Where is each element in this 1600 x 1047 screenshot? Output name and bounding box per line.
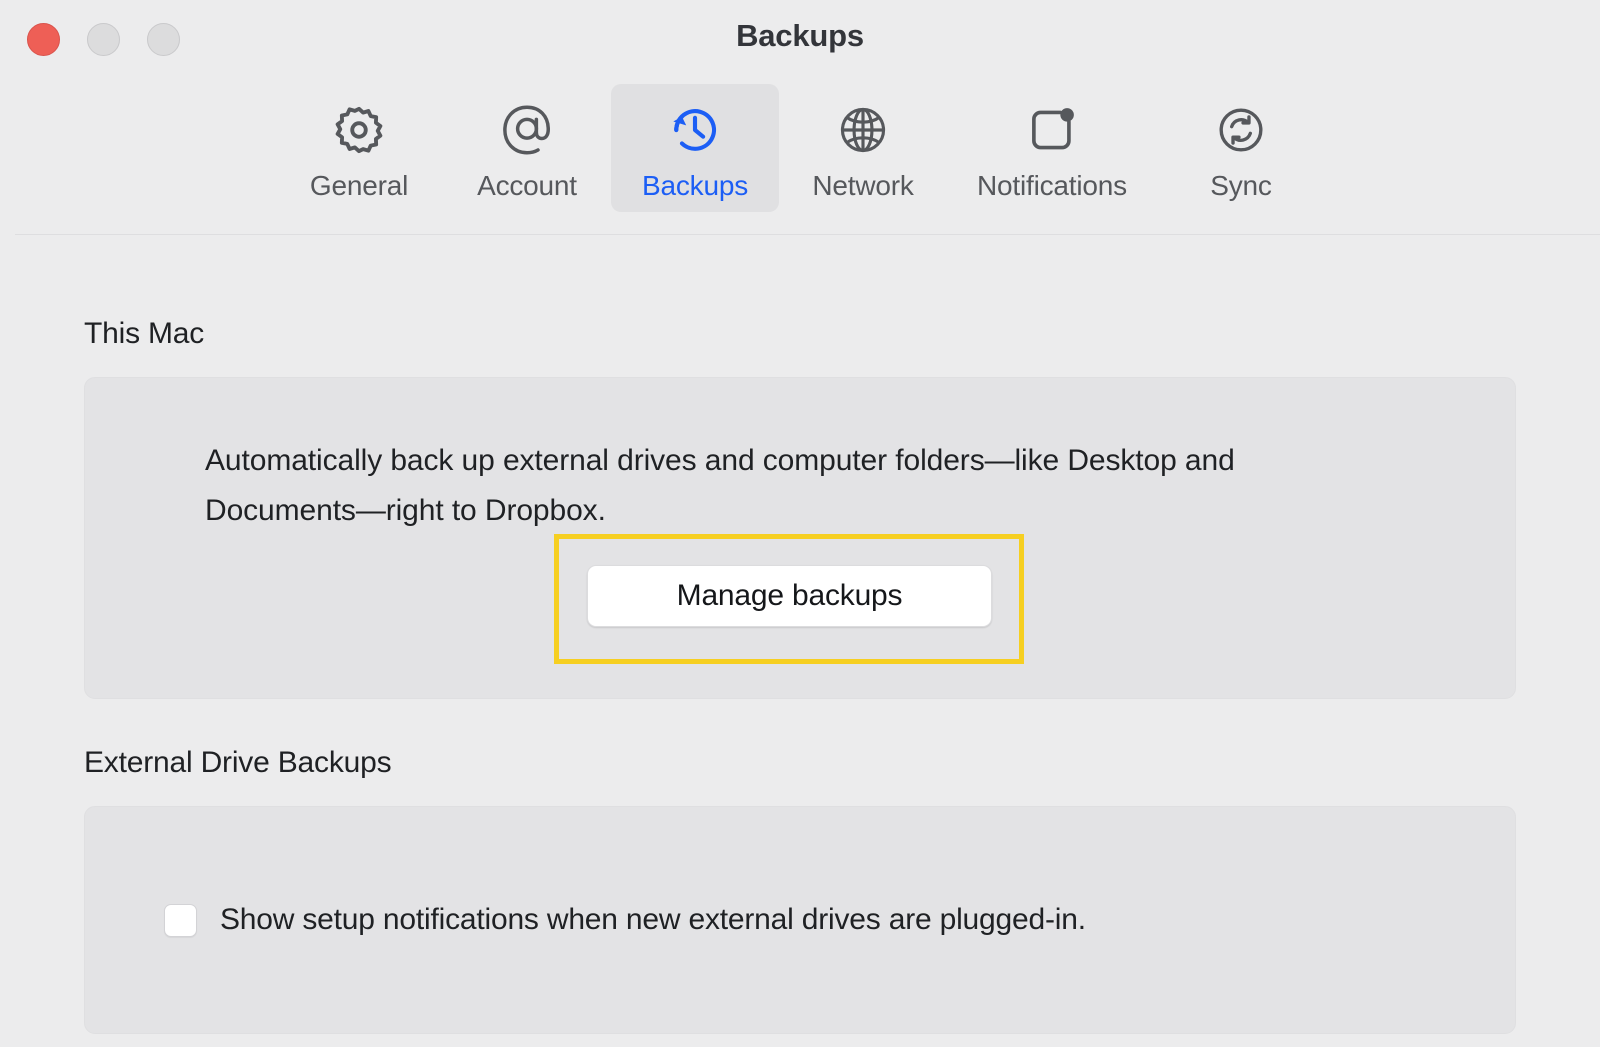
gear-icon: [325, 99, 393, 161]
sync-circle-icon: [1207, 99, 1275, 161]
tab-label-notifications: Notifications: [977, 170, 1127, 201]
globe-icon: [829, 99, 897, 161]
this-mac-description: Automatically back up external drives an…: [205, 444, 1235, 527]
tab-network[interactable]: Network: [779, 84, 947, 212]
tab-label-sync: Sync: [1210, 170, 1272, 201]
notification-badge-icon: [1018, 99, 1086, 161]
this-mac-card: Automatically back up external drives an…: [84, 377, 1516, 699]
preferences-toolbar: General Account Backups Network Notifica…: [0, 78, 1600, 235]
page-title: Backups: [736, 18, 864, 53]
tab-label-account: Account: [477, 170, 577, 201]
tab-label-backups: Backups: [642, 170, 748, 201]
tab-notifications[interactable]: Notifications: [947, 84, 1157, 212]
external-drive-backups-card: Show setup notifications when new extern…: [84, 806, 1516, 1034]
tab-general[interactable]: General: [275, 84, 443, 212]
tab-label-network: Network: [812, 170, 914, 201]
at-sign-icon: [493, 99, 561, 161]
show-setup-notifications-row[interactable]: Show setup notifications when new extern…: [164, 903, 1086, 937]
title-bar: Backups: [0, 0, 1600, 78]
preferences-content: This Mac Automatically back up external …: [0, 235, 1600, 1047]
show-setup-notifications-checkbox[interactable]: [164, 903, 197, 937]
manage-backups-button[interactable]: Manage backups: [587, 565, 992, 627]
this-mac-heading: This Mac: [84, 317, 205, 350]
external-drive-backups-heading: External Drive Backups: [84, 746, 392, 779]
tab-label-general: General: [309, 170, 409, 201]
preferences-window: Backups General Account Backups Network …: [0, 0, 1600, 1047]
tab-account[interactable]: Account: [443, 84, 611, 212]
tab-backups[interactable]: Backups: [611, 84, 779, 212]
tab-sync[interactable]: Sync: [1157, 84, 1325, 212]
clock-rewind-icon: [661, 99, 729, 161]
show-setup-notifications-label: Show setup notifications when new extern…: [220, 903, 1086, 936]
